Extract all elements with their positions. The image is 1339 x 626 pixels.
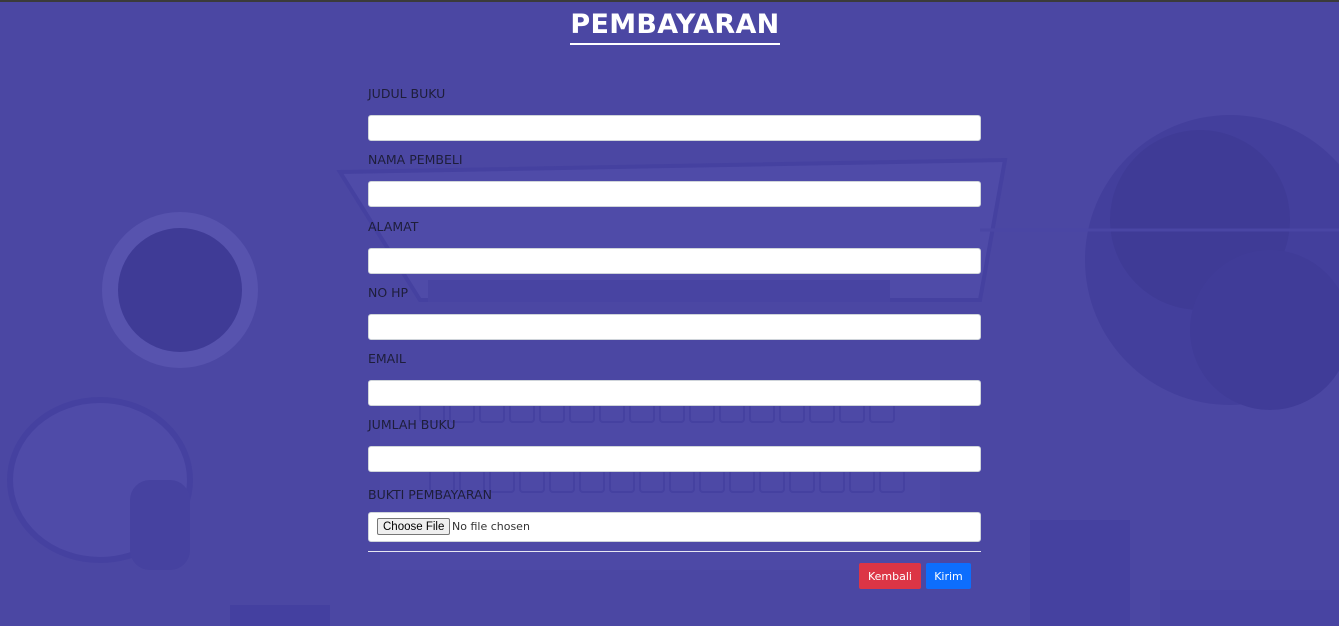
- back-button[interactable]: Kembali: [859, 563, 921, 589]
- page-title: PEMBAYARAN: [570, 9, 780, 40]
- window-top-border: [0, 0, 1339, 2]
- email-label: EMAIL: [368, 351, 406, 366]
- judul-buku-label: JUDUL BUKU: [368, 86, 446, 101]
- nama-pembeli-input[interactable]: [368, 181, 981, 207]
- judul-buku-input[interactable]: [368, 115, 981, 141]
- file-input[interactable]: Choose File No file chosen: [368, 512, 981, 542]
- email-input[interactable]: [368, 380, 981, 406]
- choose-file-button[interactable]: Choose File: [377, 518, 451, 535]
- nama-pembeli-label: NAMA PEMBELI: [368, 152, 463, 167]
- alamat-label: ALAMAT: [368, 219, 419, 234]
- bukti-pembayaran-label: BUKTI PEMBAYARAN: [368, 487, 492, 502]
- submit-button[interactable]: Kirim: [926, 563, 971, 589]
- no-hp-input[interactable]: [368, 314, 981, 340]
- alamat-input[interactable]: [368, 248, 981, 274]
- jumlah-buku-label: JUMLAH BUKU: [368, 417, 456, 432]
- title-underline: [570, 43, 780, 45]
- jumlah-buku-input[interactable]: [368, 446, 981, 472]
- form-divider: [368, 551, 981, 552]
- no-hp-label: NO HP: [368, 285, 409, 300]
- file-status-text: No file chosen: [452, 520, 530, 533]
